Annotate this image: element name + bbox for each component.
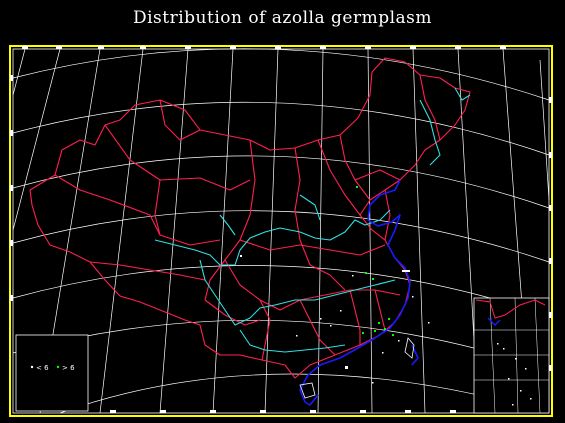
legend-label-low: < 6 [36, 364, 49, 372]
site-marker [428, 322, 430, 324]
map-canvas: < 6 > 6 [9, 45, 553, 417]
site-marker [372, 382, 374, 384]
legend-marker-low [30, 365, 34, 369]
province-borders [29, 57, 471, 379]
site-marker [356, 186, 358, 188]
site-marker [402, 270, 410, 272]
site-marker [372, 278, 374, 280]
legend-marker-high [56, 365, 60, 369]
site-marker [378, 322, 380, 324]
site-marker [296, 335, 298, 337]
site-marker [374, 330, 376, 332]
site-marker [365, 272, 367, 274]
site-marker [340, 310, 342, 312]
site-marker [398, 340, 400, 342]
map-inner-border [12, 48, 550, 414]
legend-box [15, 334, 89, 412]
legend: < 6 > 6 [15, 334, 89, 412]
rivers [154, 87, 471, 353]
legend-label-high: > 6 [62, 364, 75, 372]
site-marker [330, 325, 332, 327]
site-marker [382, 352, 384, 354]
site-marker [388, 318, 390, 320]
graticule-meridians [12, 48, 550, 414]
site-marker [352, 275, 354, 277]
site-marker [392, 334, 394, 336]
south-china-sea-inset [473, 297, 550, 414]
site-marker [412, 296, 414, 298]
site-marker [345, 366, 348, 369]
site-marker [362, 332, 364, 334]
graticule-parallels [12, 48, 550, 414]
site-marker [384, 328, 386, 330]
site-marker [240, 255, 242, 257]
site-marker [320, 318, 322, 320]
